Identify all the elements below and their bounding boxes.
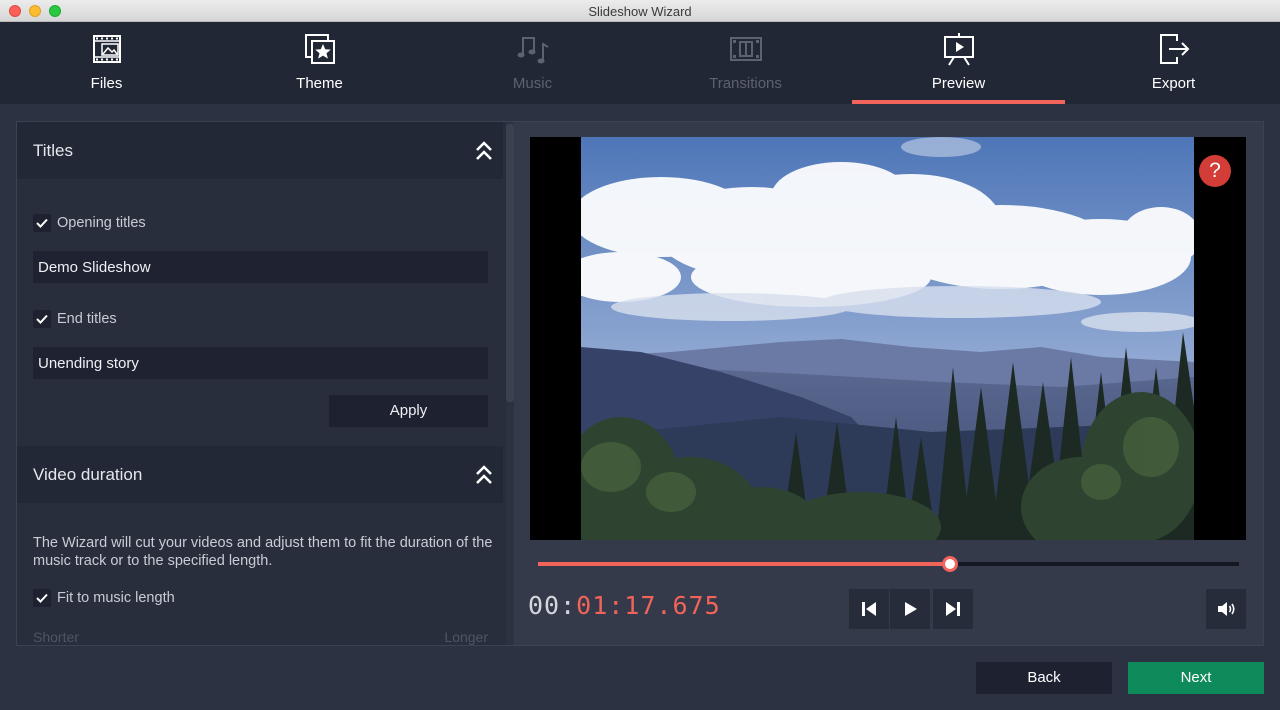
skip-forward-icon: [946, 602, 960, 616]
theme-icon: [304, 34, 335, 64]
previous-button[interactable]: [849, 589, 889, 629]
title-bar: Slideshow Wizard: [0, 0, 1280, 22]
play-button[interactable]: [890, 589, 930, 629]
end-titles-input[interactable]: [33, 347, 488, 379]
step-transitions-label: Transitions: [709, 75, 782, 92]
checkmark-icon: [36, 593, 48, 603]
slideshow-wizard-window: Slideshow Wizard Files Theme Music Trans…: [0, 0, 1280, 710]
main-panel: Titles Opening titles End titles: [16, 121, 1264, 646]
transitions-icon: [729, 37, 762, 61]
end-titles-label: End titles: [57, 311, 117, 327]
play-icon: [905, 602, 917, 616]
next-frame-button[interactable]: [933, 589, 973, 629]
settings-scrollbar[interactable]: [506, 122, 514, 645]
playback-timecode: 00:01:17.675: [528, 591, 721, 620]
back-button[interactable]: Back: [976, 662, 1112, 694]
checkmark-icon: [36, 314, 48, 324]
titles-section-title: Titles: [33, 141, 73, 160]
opening-titles-option[interactable]: Opening titles: [33, 214, 233, 234]
step-music-label: Music: [512, 75, 553, 92]
step-theme[interactable]: Theme: [213, 22, 426, 104]
volume-button[interactable]: [1206, 589, 1246, 629]
video-duration-section-title: Video duration: [33, 465, 143, 484]
volume-icon: [1218, 602, 1235, 616]
step-music[interactable]: Music: [426, 22, 639, 104]
opening-titles-checkbox[interactable]: [33, 214, 51, 232]
active-step-indicator: [852, 100, 1065, 104]
export-icon: [1159, 34, 1189, 64]
preview-panel: ? 00:01:17.675: [514, 122, 1263, 645]
timecode-hours: 00:: [528, 591, 577, 620]
longer-label: Longer: [444, 629, 488, 645]
preview-icon: [943, 33, 974, 66]
video-duration-section-header[interactable]: Video duration: [17, 446, 503, 503]
window-title: Slideshow Wizard: [588, 4, 692, 19]
shorter-label: Shorter: [33, 629, 79, 645]
music-icon: [517, 37, 549, 64]
settings-panel: Titles Opening titles End titles: [17, 122, 503, 645]
step-theme-label: Theme: [296, 75, 343, 92]
scrollbar-thumb[interactable]: [506, 124, 514, 402]
titles-section-header[interactable]: Titles: [17, 122, 503, 179]
step-preview-label: Preview: [931, 75, 986, 92]
timecode-time: 01:17.675: [576, 591, 721, 620]
wizard-steps-toolbar: Files Theme Music Transitions Preview Ex…: [0, 22, 1280, 104]
step-files[interactable]: Files: [0, 22, 213, 104]
step-preview[interactable]: Preview: [852, 22, 1065, 104]
next-button[interactable]: Next: [1128, 662, 1264, 694]
end-titles-checkbox[interactable]: [33, 310, 51, 328]
preview-image: [581, 137, 1194, 540]
help-button[interactable]: ?: [1199, 155, 1231, 187]
duration-description: The Wizard will cut your videos and adju…: [33, 535, 493, 569]
step-export-label: Export: [1151, 75, 1196, 92]
step-files-label: Files: [90, 75, 123, 92]
apply-button[interactable]: Apply: [329, 395, 488, 427]
skip-back-icon: [862, 602, 876, 616]
fit-to-music-option[interactable]: Fit to music length: [33, 589, 233, 609]
opening-titles-input[interactable]: [33, 251, 488, 283]
files-icon: [92, 35, 121, 63]
fit-to-music-checkbox[interactable]: [33, 589, 51, 607]
end-titles-option[interactable]: End titles: [33, 310, 233, 330]
seek-bar-progress: [538, 562, 950, 566]
step-transitions[interactable]: Transitions: [639, 22, 852, 104]
fit-to-music-label: Fit to music length: [57, 590, 175, 606]
checkmark-icon: [36, 218, 48, 228]
collapse-titles-icon[interactable]: [475, 140, 493, 162]
playback-seek-bar[interactable]: [538, 556, 1239, 572]
collapse-duration-icon[interactable]: [475, 464, 493, 486]
seek-bar-handle[interactable]: [942, 556, 958, 572]
opening-titles-label: Opening titles: [57, 215, 146, 231]
video-preview[interactable]: ?: [530, 137, 1246, 540]
step-export[interactable]: Export: [1067, 22, 1280, 104]
